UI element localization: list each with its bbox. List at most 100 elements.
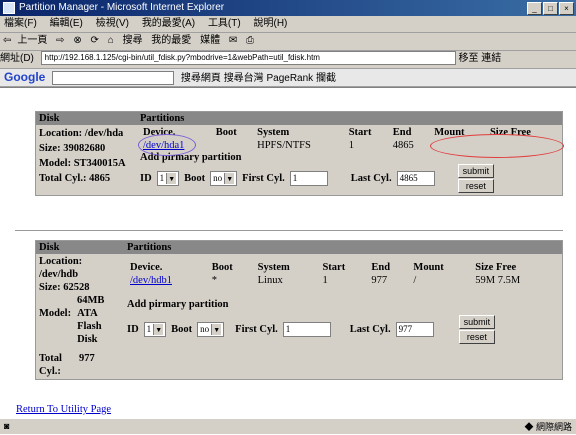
col-device: Device. xyxy=(130,262,163,273)
col-mount: Mount xyxy=(413,262,444,273)
disk-model: ST340015A xyxy=(73,158,126,169)
disk-header: Disk xyxy=(35,240,124,254)
google-toolbar: Google 搜尋網頁 搜尋台灣 PageRank 攔截 xyxy=(0,69,576,87)
disk-table-hdb: Disk Partitions Location: /dev/hdb Size:… xyxy=(35,240,563,380)
col-end: End xyxy=(371,262,391,273)
back-button[interactable]: 上一頁 xyxy=(17,35,47,46)
maximize-button[interactable]: □ xyxy=(543,2,558,15)
menu-help[interactable]: 說明(H) xyxy=(254,18,288,29)
search-button[interactable]: 搜尋 xyxy=(123,35,143,46)
partition-size-free: 59M 7.5M xyxy=(475,275,521,286)
last-cyl-input[interactable]: 4865 xyxy=(396,171,435,186)
partition-device-link[interactable]: /dev/hdb1 xyxy=(130,275,172,286)
col-boot: Boot xyxy=(215,127,237,138)
window-title: Partition Manager - Microsoft Internet E… xyxy=(19,2,225,13)
disk-location: /dev/hda xyxy=(84,128,124,139)
search-site-button[interactable]: 搜尋台灣 xyxy=(224,73,264,84)
menu-edit[interactable]: 編輯(E) xyxy=(50,18,83,29)
mail-icon[interactable]: ✉ xyxy=(229,35,237,46)
return-link-wrap: Return To Utility Page xyxy=(16,404,111,415)
chevron-down-icon: ▼ xyxy=(153,324,164,335)
id-select[interactable]: 1 ▼ xyxy=(156,171,180,186)
menu-file[interactable]: 檔案(F) xyxy=(4,18,37,29)
reset-button[interactable]: reset xyxy=(458,330,496,344)
ie-icon xyxy=(3,2,15,14)
home-icon[interactable]: ⌂ xyxy=(108,35,114,46)
partitions-header: Partitions xyxy=(124,240,563,254)
partitions-cell: Device. Boot System Start End Mount Size… xyxy=(124,254,563,380)
disk-size-mb: 64MB xyxy=(77,295,105,306)
window-titlebar: Partition Manager - Microsoft Internet E… xyxy=(0,0,576,16)
address-input[interactable]: http://192.168.1.125/cgi-bin/util_fdisk.… xyxy=(40,51,456,66)
boot-select[interactable]: no ▼ xyxy=(210,171,238,186)
boot-select[interactable]: no ▼ xyxy=(197,322,225,337)
menu-tools[interactable]: 工具(T) xyxy=(208,18,241,29)
partition-system: HPFS/NTFS xyxy=(257,140,311,151)
status-bar: ◙ ◆ 網際網路 xyxy=(0,418,576,434)
go-button[interactable]: 移至 xyxy=(458,53,478,64)
col-boot: Boot xyxy=(211,262,233,273)
col-system: System xyxy=(257,127,290,138)
pagerank-indicator: PageRank xyxy=(266,73,314,84)
minimize-button[interactable]: _ xyxy=(527,2,542,15)
partition-start: 1 xyxy=(322,275,328,286)
chevron-down-icon: ▼ xyxy=(211,324,222,335)
partition-mount: / xyxy=(413,275,417,286)
google-logo[interactable]: Google xyxy=(4,70,45,84)
address-label: 網址(D) xyxy=(0,53,34,64)
google-search-input[interactable] xyxy=(52,71,175,86)
forward-icon[interactable]: ⇨ xyxy=(56,35,64,46)
divider xyxy=(15,230,563,232)
partition-end: 4865 xyxy=(392,140,414,151)
add-partition-form: ID 1 ▼ Boot no ▼ First Cyl. 1 Last Cyl. 97… xyxy=(127,314,559,345)
stop-icon[interactable]: ⊗ xyxy=(73,35,81,46)
page-content: Disk Partitions Location: /dev/hda Size:… xyxy=(0,87,576,418)
window-controls: _ □ × xyxy=(527,2,574,15)
add-partition-title: Add pirmary partition xyxy=(127,299,229,310)
annotation-circle xyxy=(138,134,196,156)
disk-size: 39082680 xyxy=(63,143,106,154)
close-button[interactable]: × xyxy=(559,2,574,15)
id-select[interactable]: 1 ▼ xyxy=(143,322,167,337)
col-end: End xyxy=(392,127,412,138)
print-icon[interactable]: ⎙ xyxy=(246,35,254,46)
disk-model: ATA Flash Disk xyxy=(77,308,102,345)
col-start: Start xyxy=(322,262,346,273)
partition-start: 1 xyxy=(348,140,354,151)
col-size-free: Size Free xyxy=(475,262,517,273)
disk-info: Location: /dev/hda Size: 39082680 Model:… xyxy=(39,128,126,184)
last-cyl-input[interactable]: 977 xyxy=(395,322,434,337)
partition-list: Device. Boot System Start End Mount Size… xyxy=(127,261,559,287)
toolbar: ⇦ 上一頁 ⇨ ⊗ ⟳ ⌂ 搜尋 我的最愛 媒體 ✉ ⎙ xyxy=(0,33,576,51)
address-bar: 網址(D) http://192.168.1.125/cgi-bin/util_… xyxy=(0,51,576,69)
partitions-header: Partitions xyxy=(137,111,563,125)
refresh-icon[interactable]: ⟳ xyxy=(91,35,99,46)
favorites-button[interactable]: 我的最愛 xyxy=(151,35,191,46)
reset-button[interactable]: reset xyxy=(457,179,495,193)
popup-blocked-button[interactable]: 攔截 xyxy=(316,73,336,84)
disk-header: Disk xyxy=(35,111,137,125)
col-start: Start xyxy=(348,127,372,138)
first-cyl-input[interactable]: 1 xyxy=(289,171,328,186)
menu-view[interactable]: 檢視(V) xyxy=(96,18,129,29)
submit-button[interactable]: submit xyxy=(457,164,495,178)
search-web-button[interactable]: 搜尋網頁 xyxy=(181,73,221,84)
submit-button[interactable]: submit xyxy=(458,315,496,329)
chevron-down-icon: ▼ xyxy=(224,173,235,184)
back-icon[interactable]: ⇦ xyxy=(3,35,11,46)
col-system: System xyxy=(257,262,290,273)
chevron-down-icon: ▼ xyxy=(166,173,177,184)
partition-system: Linux xyxy=(257,275,283,286)
links-button[interactable]: 連結 xyxy=(481,53,501,64)
menu-bar: 檔案(F) 編輯(E) 檢視(V) 我的最愛(A) 工具(T) 說明(H) xyxy=(0,16,576,33)
partition-boot xyxy=(213,139,254,152)
menu-favorites[interactable]: 我的最愛(A) xyxy=(142,18,195,29)
page-status-icon: ◙ xyxy=(4,421,10,431)
partition-end: 977 xyxy=(371,275,388,286)
disk-info: Location: /dev/hdb Size: 62528 64MB Mode… xyxy=(36,254,125,380)
media-button[interactable]: 媒體 xyxy=(200,35,220,46)
first-cyl-input[interactable]: 1 xyxy=(282,322,331,337)
add-partition-form: ID 1 ▼ Boot no ▼ First Cyl. 1 Last Cyl. 48… xyxy=(140,163,559,194)
return-utility-link[interactable]: Return To Utility Page xyxy=(16,404,111,415)
disk-size: 62528 xyxy=(63,282,90,293)
